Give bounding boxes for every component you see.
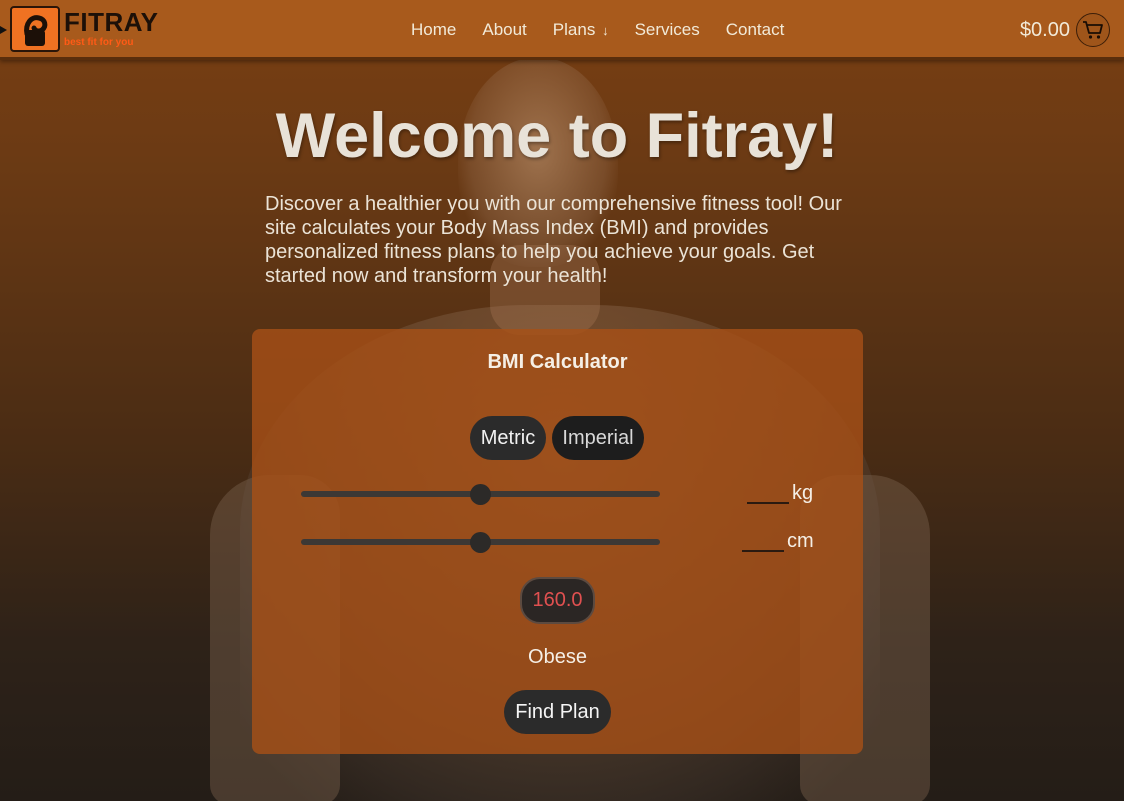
unit-toggle: Metric Imperial <box>470 416 644 460</box>
calculator-title: BMI Calculator <box>487 351 628 373</box>
cart-button[interactable] <box>1076 13 1110 47</box>
weight-unit-label: kg <box>792 482 814 504</box>
main-nav: Home About Plans ↓ Services Contact <box>398 20 797 40</box>
height-slider-row: cm <box>301 530 821 554</box>
flexed-arm-logo-icon <box>10 6 60 52</box>
navbar: FITRAY best fit for you Home About Plans… <box>0 0 1124 60</box>
weight-input[interactable] <box>747 486 789 504</box>
cart: $0.00 <box>1020 13 1110 47</box>
find-plan-button[interactable]: Find Plan <box>504 690 611 734</box>
weight-slider-row: kg <box>301 482 821 506</box>
logo-name: FITRAY <box>64 7 159 37</box>
weight-slider-thumb[interactable] <box>470 484 491 505</box>
bmi-category: Obese <box>528 646 587 668</box>
nav-about[interactable]: About <box>482 20 526 40</box>
logo[interactable]: FITRAY best fit for you <box>10 6 159 52</box>
cart-total: $0.00 <box>1019 18 1070 41</box>
logo-text: FITRAY best fit for you <box>64 6 159 48</box>
height-input[interactable] <box>742 534 784 552</box>
shopping-cart-icon <box>1083 21 1103 39</box>
nav-services[interactable]: Services <box>635 20 700 40</box>
height-slider-thumb[interactable] <box>470 532 491 553</box>
bmi-calculator-panel: BMI Calculator Metric Imperial kg cm 160… <box>252 329 863 754</box>
page-title: Welcome to Fitray! <box>275 101 839 171</box>
nav-plans-label: Plans <box>552 20 596 39</box>
nav-contact[interactable]: Contact <box>726 20 785 40</box>
hero-description: Discover a healthier you with our compre… <box>265 193 842 287</box>
metric-button[interactable]: Metric <box>470 416 546 460</box>
imperial-button[interactable]: Imperial <box>552 416 644 460</box>
logo-tagline: best fit for you <box>64 37 134 48</box>
bmi-result-value: 160.0 <box>520 577 595 624</box>
height-unit-label: cm <box>787 530 814 552</box>
arrow-down-icon: ↓ <box>602 23 609 38</box>
nav-plans[interactable]: Plans ↓ <box>553 20 609 40</box>
mouse-cursor <box>0 26 7 34</box>
nav-home[interactable]: Home <box>411 20 456 40</box>
